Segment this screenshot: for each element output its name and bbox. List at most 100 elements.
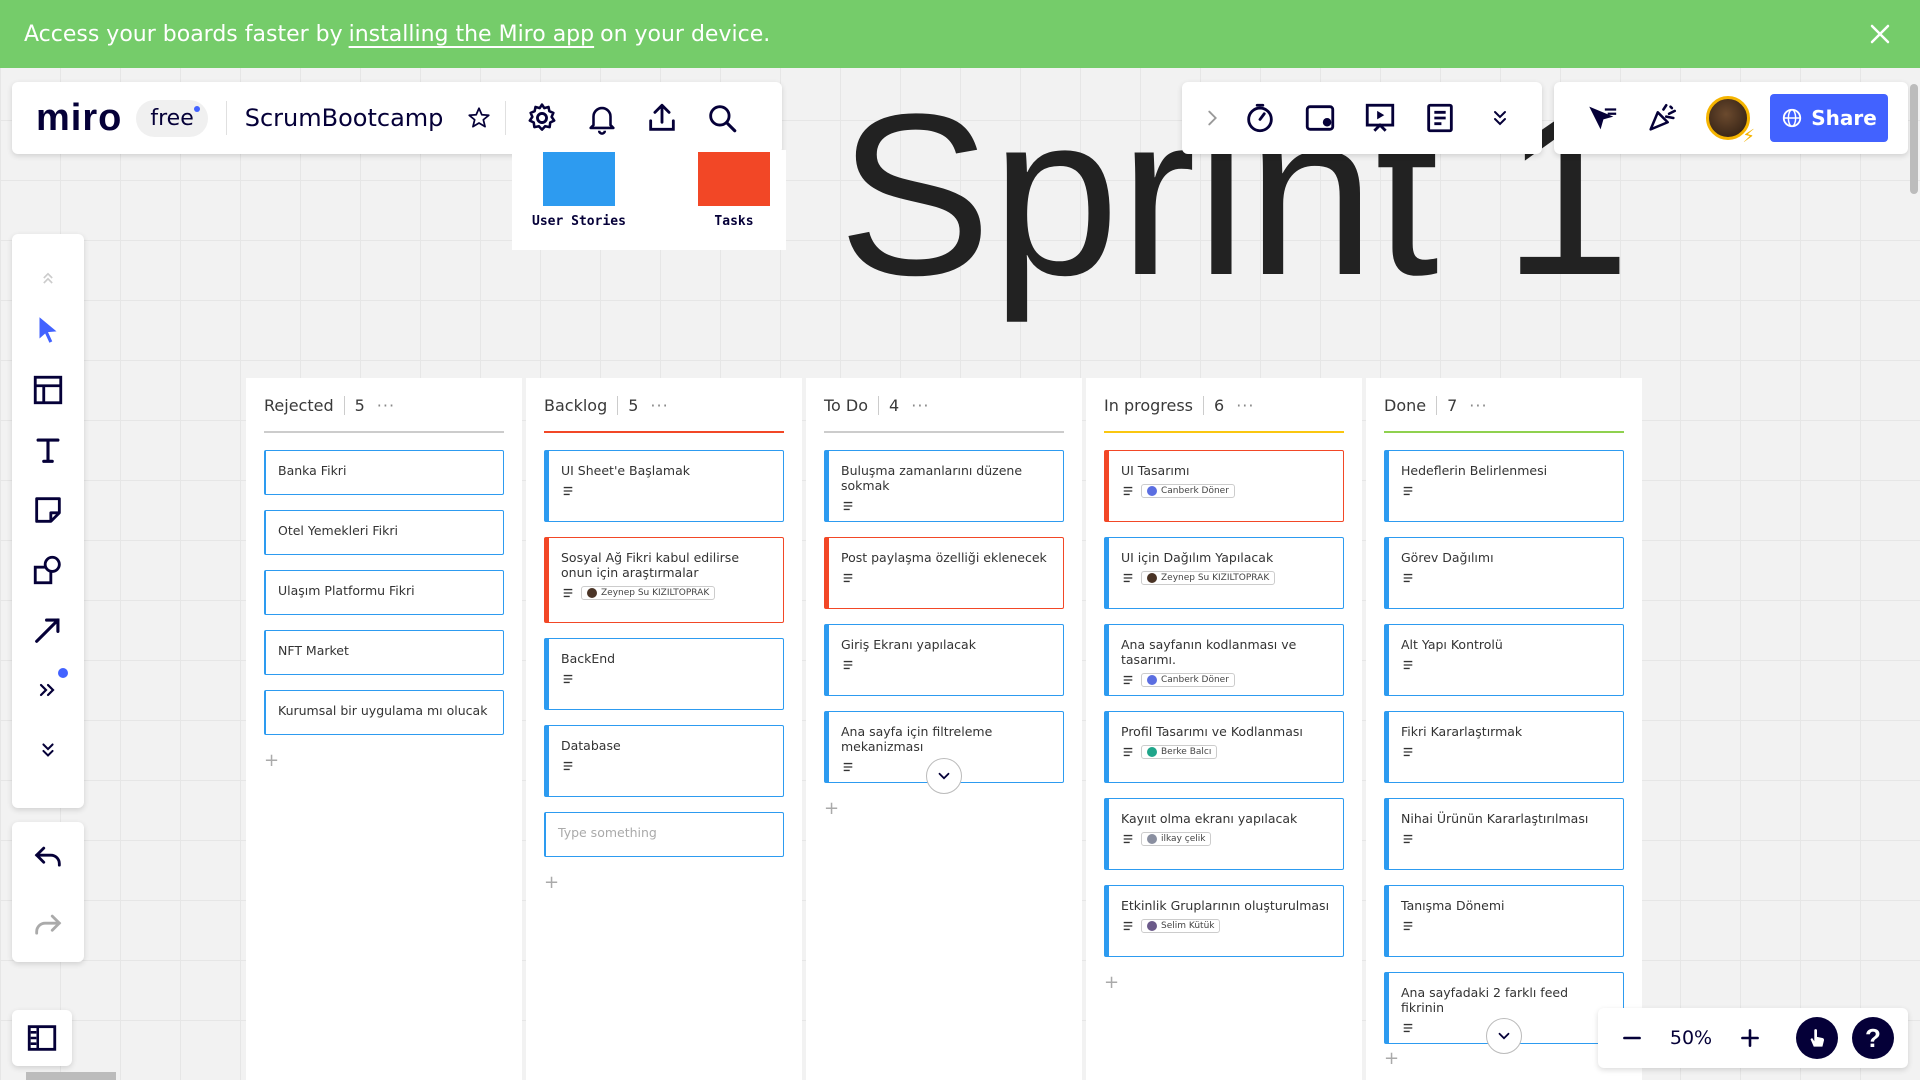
close-icon[interactable] (1864, 18, 1896, 50)
assignee-chip[interactable]: Zeynep Su KIZILTOPRAK (581, 586, 716, 600)
kanban-card[interactable]: Buluşma zamanlarını düzene sokmak (824, 450, 1064, 522)
description-icon[interactable] (1121, 832, 1135, 846)
assignee-chip[interactable]: Selim Kütük (1141, 919, 1221, 933)
horizontal-scrollbar[interactable] (26, 1072, 116, 1080)
kanban-card[interactable]: UI için Dağılım Yapılacak Zeynep Su KIZIL… (1104, 537, 1344, 609)
description-icon[interactable] (1401, 1021, 1415, 1035)
description-icon[interactable] (1401, 832, 1415, 846)
more-tools-icon[interactable] (18, 660, 78, 720)
more-options-icon[interactable]: ··· (1236, 396, 1254, 415)
add-card-icon[interactable]: + (1104, 972, 1119, 993)
more-options-icon[interactable]: ··· (650, 396, 668, 415)
column-header[interactable]: To Do 4 ··· (824, 396, 930, 415)
kanban-card[interactable]: Etkinlik Gruplarının oluşturulması Selim … (1104, 885, 1344, 957)
more-options-icon[interactable]: ··· (377, 396, 395, 415)
description-icon[interactable] (1401, 745, 1415, 759)
description-icon[interactable] (1401, 658, 1415, 672)
description-icon[interactable] (1121, 673, 1135, 687)
search-icon[interactable] (692, 88, 752, 148)
description-icon[interactable] (561, 759, 575, 773)
bell-icon[interactable] (572, 88, 632, 148)
frames-panel-button[interactable] (12, 1010, 72, 1066)
kanban-card[interactable]: Kurumsal bir uygulama mı olucak (264, 690, 504, 735)
kanban-card[interactable]: Tanışma Dönemi (1384, 885, 1624, 957)
add-card-icon[interactable]: + (264, 750, 279, 771)
kanban-card[interactable]: NFT Market (264, 630, 504, 675)
kanban-card[interactable]: Alt Yapı Kontrolü (1384, 624, 1624, 696)
column-header[interactable]: Backlog 5 ··· (544, 396, 669, 415)
star-icon[interactable] (459, 88, 499, 148)
miro-logo[interactable]: miro (36, 97, 122, 140)
celebrate-icon[interactable] (1632, 88, 1692, 148)
description-icon[interactable] (561, 672, 575, 686)
share-button[interactable]: Share (1770, 94, 1888, 142)
assignee-chip[interactable]: Zeynep Su KIZILTOPRAK (1141, 571, 1276, 585)
zoom-level[interactable]: 50% (1652, 1027, 1730, 1049)
kanban-card[interactable]: Ana sayfanın kodlanması ve tasarımı. Canb… (1104, 624, 1344, 696)
connection-line-icon[interactable] (18, 600, 78, 660)
undo-icon[interactable] (18, 828, 78, 888)
kanban-card[interactable]: Nihai Ürünün Kararlaştırılması (1384, 798, 1624, 870)
hand-tool-icon[interactable] (1796, 1017, 1838, 1059)
card-icon[interactable] (1290, 88, 1350, 148)
kanban-card[interactable]: Profil Tasarımı ve Kodlanması Berke Balcı (1104, 711, 1344, 783)
description-icon[interactable] (561, 484, 575, 498)
kanban-card[interactable]: UI Sheet'e Başlamak (544, 450, 784, 522)
chevron-right-icon[interactable] (1194, 88, 1230, 148)
kanban-card[interactable]: Post paylaşma özelliği eklenecek (824, 537, 1064, 609)
kanban-card[interactable]: Sosyal Ağ Fikri kabul edilirse onun için… (544, 537, 784, 623)
description-icon[interactable] (1121, 745, 1135, 759)
assignee-chip[interactable]: Berke Balcı (1141, 745, 1218, 759)
assignee-chip[interactable]: Canberk Döner (1141, 484, 1235, 498)
add-card-icon[interactable]: + (824, 798, 839, 819)
kanban-card[interactable]: Görev Dağılımı (1384, 537, 1624, 609)
description-icon[interactable] (561, 586, 575, 600)
kanban-card[interactable]: Ulaşım Platformu Fikri (264, 570, 504, 615)
zoom-out-icon[interactable] (1612, 1008, 1652, 1068)
install-app-link[interactable]: installing the Miro app (349, 22, 594, 47)
description-icon[interactable] (1401, 484, 1415, 498)
chevron-down-icon[interactable] (1486, 1018, 1522, 1054)
kanban-card[interactable]: Type something (544, 812, 784, 857)
plan-badge[interactable]: free (136, 99, 208, 137)
templates-icon[interactable] (18, 360, 78, 420)
shapes-icon[interactable] (18, 540, 78, 600)
presentation-icon[interactable] (1350, 88, 1410, 148)
cursor-flag-icon[interactable] (1572, 88, 1632, 148)
select-cursor-icon[interactable] (18, 300, 78, 360)
collapse-up-icon[interactable] (18, 256, 78, 300)
text-icon[interactable] (18, 420, 78, 480)
description-icon[interactable] (841, 658, 855, 672)
description-icon[interactable] (1401, 571, 1415, 585)
assignee-chip[interactable]: ilkay çelik (1141, 832, 1212, 846)
description-icon[interactable] (1121, 484, 1135, 498)
column-header[interactable]: In progress 6 ··· (1104, 396, 1254, 415)
kanban-card[interactable]: UI Tasarımı Canberk Döner (1104, 450, 1344, 522)
chevron-down-icon[interactable] (926, 758, 962, 794)
kanban-card[interactable]: Fikri Kararlaştırmak (1384, 711, 1624, 783)
help-icon[interactable]: ? (1852, 1017, 1894, 1059)
redo-icon[interactable] (18, 896, 78, 956)
card-title-input[interactable]: Type something (558, 825, 773, 840)
kanban-card[interactable]: Kayııt olma ekranı yapılacak ilkay çelik (1104, 798, 1344, 870)
column-header[interactable]: Done 7 ··· (1384, 396, 1488, 415)
description-icon[interactable] (841, 760, 855, 774)
upload-icon[interactable] (632, 88, 692, 148)
notes-icon[interactable] (1410, 88, 1470, 148)
kanban-card[interactable]: Otel Yemekleri Fikri (264, 510, 504, 555)
description-icon[interactable] (841, 571, 855, 585)
timer-icon[interactable] (1230, 88, 1290, 148)
board-name[interactable]: ScrumBootcamp (245, 104, 444, 132)
more-options-icon[interactable]: ··· (911, 396, 929, 415)
kanban-card[interactable]: Banka Fikri (264, 450, 504, 495)
chevron-double-down-icon[interactable] (18, 720, 78, 780)
chevron-double-down-icon[interactable] (1470, 88, 1530, 148)
kanban-card[interactable]: Database (544, 725, 784, 797)
assignee-chip[interactable]: Canberk Döner (1141, 673, 1235, 687)
kanban-card[interactable]: Hedeflerin Belirlenmesi (1384, 450, 1624, 522)
sticky-note-icon[interactable] (18, 480, 78, 540)
user-avatar[interactable]: ⚡ (1706, 96, 1755, 147)
gear-icon[interactable] (512, 88, 572, 148)
kanban-card[interactable]: BackEnd (544, 638, 784, 710)
description-icon[interactable] (1121, 571, 1135, 585)
